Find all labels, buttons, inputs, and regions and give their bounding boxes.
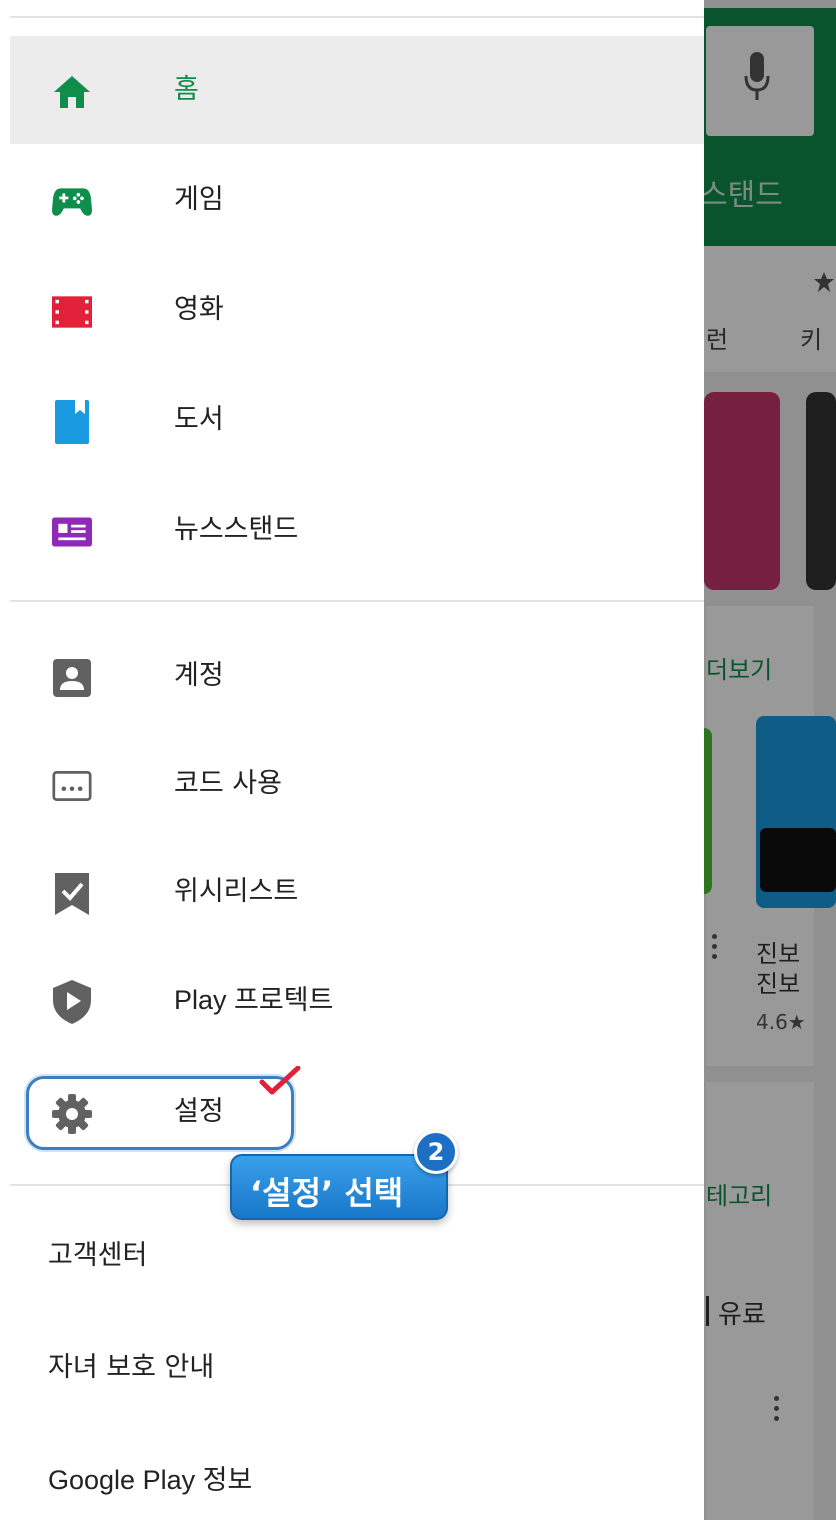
callout-text: ‘설정’ 선택 xyxy=(250,1174,404,1212)
newsstand-icon xyxy=(52,512,92,552)
settings-highlight-box xyxy=(26,1076,294,1150)
drawer-item-account[interactable]: 계정 xyxy=(10,622,704,730)
parental-guide-link[interactable]: 자녀 보호 안내 xyxy=(48,1352,214,1384)
drawer-item-label: 영화 xyxy=(174,294,224,325)
home-icon xyxy=(52,72,92,112)
about-google-play-link[interactable]: Google Play 정보 xyxy=(48,1464,252,1496)
step-number-badge: 2 xyxy=(414,1130,458,1174)
drawer-item-label: 계정 xyxy=(174,660,224,691)
drawer-item-wishlist[interactable]: 위시리스트 xyxy=(10,838,704,946)
drawer-item-newsstand[interactable]: 뉴스스탠드 xyxy=(10,476,704,584)
drawer-item-label: Play 프로텍트 xyxy=(174,985,334,1015)
drawer-item-label: 도서 xyxy=(174,404,224,435)
navigation-drawer: 홈 게임 영화 도서 뉴스스탠드 계정 코드 사용 위시리스트 Play 프로텍… xyxy=(0,0,704,1520)
drawer-item-label: 게임 xyxy=(174,184,224,215)
help-center-link[interactable]: 고객센터 xyxy=(48,1240,147,1272)
drawer-item-label: 홈 xyxy=(174,74,199,105)
drawer-item-label: 뉴스스탠드 xyxy=(174,514,299,545)
drawer-item-redeem[interactable]: 코드 사용 xyxy=(10,730,704,838)
drawer-item-home[interactable]: 홈 xyxy=(10,36,704,144)
instruction-callout: ‘설정’ 선택 xyxy=(230,1154,448,1220)
book-icon xyxy=(52,400,92,444)
drawer-item-label: 코드 사용 xyxy=(174,768,282,799)
drawer-item-play-protect[interactable]: Play 프로텍트 xyxy=(10,946,704,1054)
drawer-item-movies[interactable]: 영화 xyxy=(10,256,704,364)
redeem-code-icon xyxy=(52,766,92,806)
shield-play-icon xyxy=(52,980,92,1024)
section-divider xyxy=(10,600,704,602)
gamepad-icon xyxy=(52,182,92,222)
top-divider xyxy=(10,16,704,18)
drawer-item-books[interactable]: 도서 xyxy=(10,366,704,474)
film-icon xyxy=(52,292,92,332)
account-icon xyxy=(52,658,92,698)
checkmark-icon xyxy=(259,1066,301,1095)
drawer-item-label: 위시리스트 xyxy=(174,876,299,907)
wishlist-icon xyxy=(52,873,92,915)
drawer-item-games[interactable]: 게임 xyxy=(10,146,704,254)
